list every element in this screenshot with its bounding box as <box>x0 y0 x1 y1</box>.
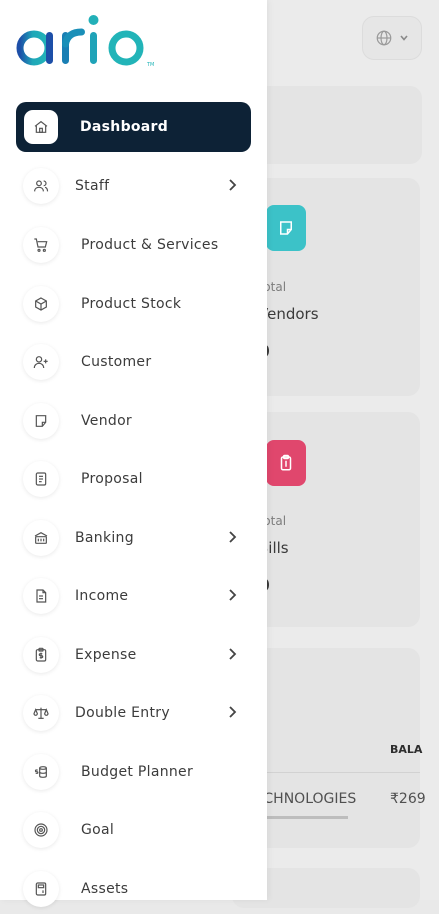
sidebar-item-customer[interactable]: Customer <box>16 337 251 387</box>
clipboard-icon <box>280 454 292 471</box>
table-cell-value: ₹269 <box>390 791 426 807</box>
app-logo: TM <box>14 8 164 76</box>
sidebar-item-label: Customer <box>81 354 152 370</box>
user-plus-icon <box>23 344 59 380</box>
sidebar-item-label: Banking <box>75 530 134 546</box>
sidebar-item-vendor[interactable]: Vendor <box>16 396 251 446</box>
sidebar-item-double-entry[interactable]: Double Entry <box>16 688 251 738</box>
sidebar-item-label: Vendor <box>81 413 132 429</box>
bank-icon <box>23 520 59 556</box>
sidebar-item-assets[interactable]: Assets <box>16 864 251 914</box>
clipboard-dollar-icon <box>23 637 59 673</box>
sidebar-item-dashboard[interactable]: Dashboard <box>16 102 251 152</box>
note-icon <box>23 403 59 439</box>
coins-icon <box>23 754 59 790</box>
sidebar-item-income[interactable]: Income <box>16 571 251 621</box>
sidebar-item-product-services[interactable]: Product & Services <box>16 220 251 270</box>
card-title: Vendors <box>258 305 319 323</box>
sidebar-item-goal[interactable]: Goal <box>16 805 251 855</box>
chevron-right-icon <box>229 531 237 543</box>
sidebar-item-expense[interactable]: Expense <box>16 630 251 680</box>
sidebar-item-label: Product Stock <box>81 296 182 312</box>
users-icon <box>23 168 59 204</box>
note-icon <box>280 221 292 235</box>
sidebar-item-staff[interactable]: Staff <box>16 161 251 211</box>
chevron-right-icon <box>229 706 237 718</box>
chevron-right-icon <box>229 179 237 191</box>
table-column-header: BALA <box>390 743 423 756</box>
sidebar-item-proposal[interactable]: Proposal <box>16 454 251 504</box>
sidebar-item-label: Budget Planner <box>81 764 194 780</box>
chevron-down-icon <box>400 35 408 41</box>
svg-text:TM: TM <box>146 62 154 68</box>
sidebar-item-label: Product & Services <box>81 237 219 253</box>
sidebar-item-label: Double Entry <box>75 705 170 721</box>
receipt-icon <box>23 461 59 497</box>
bills-card-icon <box>266 440 306 486</box>
vendors-card-icon <box>266 205 306 251</box>
sidebar-item-label: Expense <box>75 647 137 663</box>
sidebar-item-label: Assets <box>81 881 129 897</box>
sidebar-item-budget-planner[interactable]: Budget Planner <box>16 747 251 797</box>
sidebar-item-label: Dashboard <box>80 119 169 135</box>
sidebar-item-label: Income <box>75 588 129 604</box>
calculator-icon <box>23 871 59 907</box>
cart-icon <box>23 227 59 263</box>
chevron-right-icon <box>229 589 237 601</box>
home-icon <box>24 110 58 144</box>
sidebar-item-label: Goal <box>81 822 115 838</box>
sidebar-item-product-stock[interactable]: Product Stock <box>16 279 251 329</box>
invoice-icon <box>23 578 59 614</box>
sidebar-item-banking[interactable]: Banking <box>16 513 251 563</box>
globe-icon <box>376 30 392 46</box>
sidebar-item-label: Proposal <box>81 471 143 487</box>
language-button[interactable] <box>362 16 422 60</box>
target-icon <box>23 812 59 848</box>
box-icon <box>23 286 59 322</box>
scale-icon <box>23 695 59 731</box>
chevron-right-icon <box>229 648 237 660</box>
sidebar: TM Dashboard Staff Product & Services Pr… <box>0 0 267 907</box>
sidebar-item-label: Staff <box>75 178 110 194</box>
